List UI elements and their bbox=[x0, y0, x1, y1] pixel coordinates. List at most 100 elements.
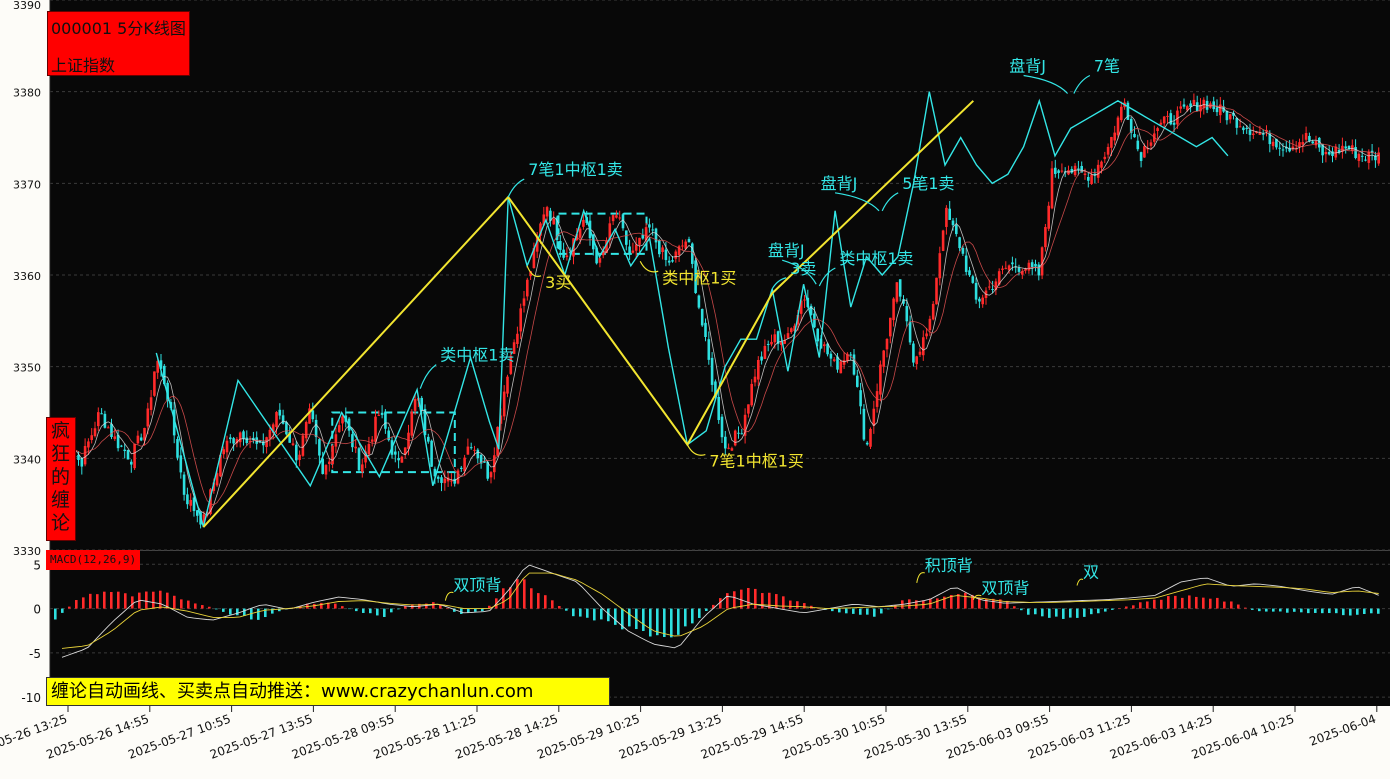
candle-body bbox=[1360, 155, 1364, 157]
macd-bar bbox=[1363, 608, 1366, 614]
macd-bar bbox=[215, 608, 218, 610]
candle-body bbox=[1301, 142, 1305, 145]
candle-body bbox=[1344, 146, 1347, 149]
macd-bar bbox=[516, 579, 519, 609]
candle-body bbox=[829, 353, 833, 359]
candle-body bbox=[955, 225, 958, 235]
candle-body bbox=[1149, 142, 1153, 146]
candle-body bbox=[80, 458, 84, 467]
candle-body bbox=[598, 258, 602, 263]
macd-bar bbox=[194, 603, 197, 609]
candle-body bbox=[651, 229, 654, 231]
candle-body bbox=[931, 303, 935, 320]
macd-bar bbox=[551, 600, 554, 609]
candle-body bbox=[370, 439, 374, 442]
candle-body bbox=[1364, 159, 1367, 161]
annotation-label: 7笔1中枢1卖 bbox=[528, 160, 623, 179]
macd-bar bbox=[726, 593, 729, 609]
candle-body bbox=[582, 219, 585, 227]
candle-body bbox=[918, 351, 922, 355]
candle-body bbox=[1156, 128, 1159, 132]
macd-bar bbox=[565, 608, 568, 611]
candle-body bbox=[641, 234, 645, 239]
annotation-label: 3买 bbox=[545, 273, 571, 292]
macd-bar bbox=[362, 608, 365, 613]
candle-body bbox=[476, 449, 480, 459]
candle-body bbox=[225, 440, 229, 453]
candle-body bbox=[278, 409, 282, 416]
candle-body bbox=[625, 230, 628, 245]
candle-body bbox=[727, 447, 730, 449]
macd-bar bbox=[544, 595, 547, 609]
macd-bar bbox=[593, 608, 596, 621]
macd-bar bbox=[663, 608, 666, 638]
candle-body bbox=[232, 438, 235, 444]
macd-bar bbox=[733, 591, 736, 609]
candle-body bbox=[750, 383, 753, 406]
candle-body bbox=[803, 299, 806, 301]
candle-body bbox=[928, 318, 932, 331]
annotation-label: 类中枢1卖 bbox=[839, 249, 913, 268]
candle-body bbox=[460, 467, 463, 469]
chart-title: 000001 5分K线图 bbox=[51, 19, 186, 38]
macd-bar bbox=[796, 601, 799, 609]
macd-bar bbox=[1181, 597, 1184, 609]
candle-body bbox=[968, 270, 971, 276]
candle-body bbox=[450, 480, 453, 482]
candle-body bbox=[314, 419, 318, 438]
macd-bar bbox=[1251, 608, 1254, 610]
candle-body bbox=[357, 448, 361, 471]
macd-bar bbox=[75, 600, 78, 609]
macd-bar bbox=[1041, 608, 1044, 617]
candle-body bbox=[377, 414, 381, 416]
macd-bar bbox=[642, 608, 645, 631]
candle-body bbox=[922, 337, 925, 356]
candle-body bbox=[149, 397, 153, 410]
candle-body bbox=[1179, 106, 1182, 109]
candle-body bbox=[410, 411, 414, 436]
candle-body bbox=[730, 448, 734, 451]
candle-body bbox=[136, 435, 140, 444]
macd-bar bbox=[1195, 596, 1198, 609]
candle-body bbox=[466, 446, 470, 455]
side-label-box: 疯狂的缠论 bbox=[46, 417, 76, 541]
candle-body bbox=[981, 297, 984, 305]
candle-body bbox=[760, 356, 763, 361]
candle-body bbox=[895, 282, 899, 302]
candle-body bbox=[710, 357, 714, 385]
macd-bar bbox=[1125, 606, 1128, 609]
macd-bar bbox=[320, 602, 323, 609]
candle-body bbox=[1143, 146, 1146, 158]
macd-bar bbox=[1237, 604, 1240, 609]
candle-body bbox=[318, 439, 321, 456]
macd-bar bbox=[383, 608, 386, 617]
macd-bar bbox=[187, 600, 190, 609]
candle-body bbox=[991, 289, 994, 291]
candle-body bbox=[285, 422, 288, 435]
candle-body bbox=[1367, 151, 1371, 163]
candle-body bbox=[384, 412, 387, 429]
price-tick-label: 3350 bbox=[13, 362, 41, 375]
candle-body bbox=[700, 308, 704, 326]
macd-bar bbox=[1132, 605, 1135, 609]
candle-body bbox=[351, 434, 354, 448]
title-box: 000001 5分K线图 上证指数 bbox=[47, 11, 190, 76]
macd-bar bbox=[369, 608, 372, 614]
macd-bar bbox=[173, 595, 176, 609]
candle-body bbox=[469, 447, 473, 449]
candle-body bbox=[380, 412, 384, 415]
candle-body bbox=[856, 375, 859, 387]
candle-body bbox=[440, 477, 443, 483]
macd-annotation-label: 双 bbox=[1083, 563, 1099, 582]
macd-bar bbox=[1118, 608, 1121, 609]
promo-banner[interactable]: 缠论自动画线、买卖点自动推送：www.crazychanlun.com bbox=[46, 677, 610, 706]
macd-tick-label: -5 bbox=[29, 647, 41, 661]
candle-body bbox=[1034, 263, 1037, 267]
macd-bar bbox=[670, 608, 673, 638]
candle-body bbox=[879, 364, 882, 395]
candle-body bbox=[674, 251, 678, 259]
macd-bar bbox=[908, 599, 911, 609]
candle-body bbox=[905, 306, 909, 322]
macd-bar bbox=[845, 608, 848, 614]
candle-body bbox=[724, 436, 727, 449]
